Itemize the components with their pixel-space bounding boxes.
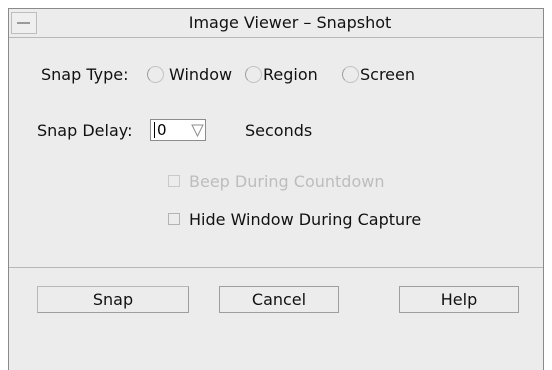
radio-region[interactable] [245, 66, 262, 83]
snap-button[interactable]: Snap [37, 286, 189, 313]
hide-window-checkbox[interactable] [168, 213, 180, 225]
text-caret [154, 122, 155, 138]
radio-screen[interactable] [342, 66, 359, 83]
beep-checkbox [168, 175, 180, 187]
radio-window[interactable] [147, 66, 164, 83]
help-button[interactable]: Help [399, 286, 519, 313]
radio-region-label[interactable]: Region [263, 65, 318, 84]
snap-type-label: Snap Type: [41, 65, 129, 84]
snap-delay-value: 0 [157, 121, 167, 139]
snapshot-dialog: Image Viewer – Snapshot Snap Type: Windo… [8, 8, 544, 370]
hide-window-label[interactable]: Hide Window During Capture [189, 210, 421, 229]
title-bar: Image Viewer – Snapshot [9, 9, 543, 38]
window-title: Image Viewer – Snapshot [188, 13, 392, 32]
radio-screen-label[interactable]: Screen [360, 65, 415, 84]
window-menu-icon [17, 22, 30, 24]
spin-down-icon[interactable] [189, 120, 206, 140]
beep-label: Beep During Countdown [189, 172, 385, 191]
divider [9, 267, 543, 268]
cancel-button[interactable]: Cancel [219, 286, 339, 313]
radio-window-label[interactable]: Window [169, 65, 232, 84]
window-menu-button[interactable] [11, 12, 37, 34]
snap-delay-label: Snap Delay: [37, 121, 133, 140]
seconds-label: Seconds [245, 121, 313, 140]
